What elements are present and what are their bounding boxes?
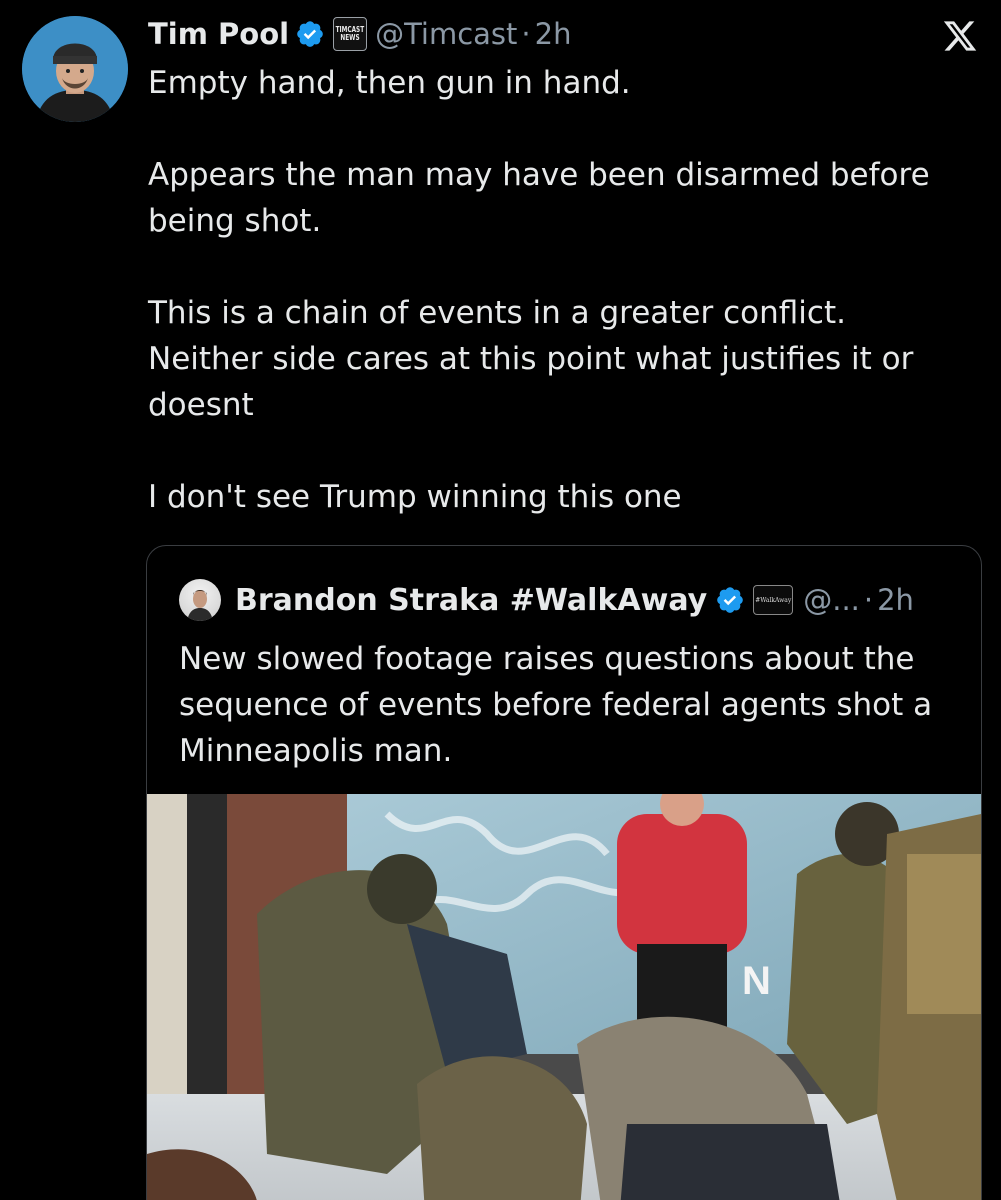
dot-separator: ·: [863, 583, 874, 617]
tweet-paragraph: This is a chain of events in a greater c…: [148, 295, 924, 423]
video-overlay-text: N: [742, 959, 771, 1003]
verified-badge-icon: [717, 587, 744, 613]
quoted-tweet-text: New slowed footage raises questions abou…: [179, 641, 933, 769]
affiliate-badge[interactable]: TIMCAST NEWS: [333, 17, 368, 51]
tweet-paragraph: I don't see Trump winning this one: [148, 479, 682, 515]
author-avatar-image: [22, 16, 128, 122]
verified-badge-icon: [297, 21, 323, 47]
quoted-author-avatar-image: [187, 590, 213, 621]
quoted-affiliate-badge[interactable]: #WalkAway: [753, 585, 794, 615]
tweet-timestamp[interactable]: 2h: [535, 17, 572, 51]
author-name[interactable]: Tim Pool: [148, 17, 289, 51]
author-handle[interactable]: @Timcast: [375, 17, 517, 51]
tweet-paragraph: Empty hand, then gun in hand.: [148, 65, 631, 101]
dot-separator: ·: [521, 17, 531, 51]
affiliate-badge-line-2: NEWS: [340, 33, 360, 42]
quoted-affiliate-badge-text: #WalkAway: [755, 596, 792, 604]
author-avatar[interactable]: [22, 16, 128, 122]
x-logo-icon[interactable]: [942, 18, 978, 54]
quoted-tweet-video-thumbnail[interactable]: N: [147, 794, 981, 1200]
quoted-tweet-card[interactable]: Brandon Straka #WalkAway #WalkAway @... …: [146, 545, 982, 1200]
quoted-tweet-timestamp[interactable]: 2h: [877, 583, 914, 617]
tweet-body: Empty hand, then gun in hand. Appears th…: [148, 60, 988, 520]
quoted-author-name[interactable]: Brandon Straka #WalkAway: [235, 583, 707, 618]
video-frame-image: N: [147, 794, 981, 1200]
tweet-header: Tim Pool TIMCAST NEWS @Timcast · 2h: [148, 14, 571, 54]
quoted-author-handle[interactable]: @...: [803, 583, 860, 617]
quoted-tweet-header: Brandon Straka #WalkAway #WalkAway @... …: [179, 578, 914, 622]
tweet-paragraph: Appears the man may have been disarmed b…: [148, 157, 940, 239]
quoted-author-avatar[interactable]: [179, 579, 221, 621]
